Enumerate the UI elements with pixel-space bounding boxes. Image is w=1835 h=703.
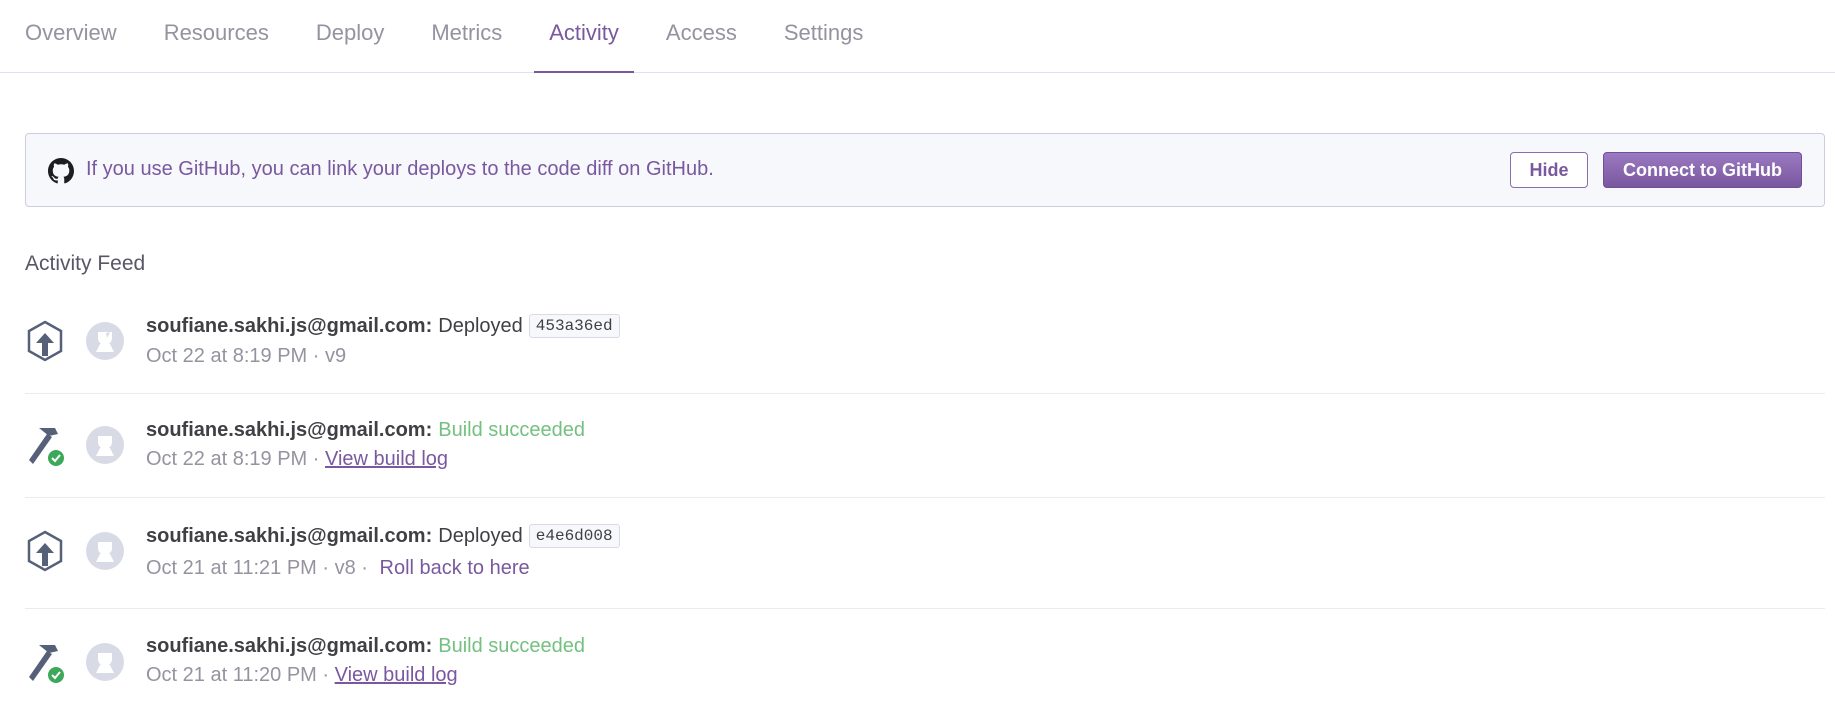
tab-metrics[interactable]: Metrics — [416, 0, 517, 72]
timestamp: Oct 21 at 11:21 PM — [146, 557, 317, 579]
feed-item-summary: soufiane.sakhi.js@gmail.com: Deployed e4… — [146, 524, 620, 548]
hammer-check-icon — [29, 428, 64, 466]
roll-back-link[interactable]: Roll back to here — [380, 557, 530, 579]
version: v9 — [324, 345, 347, 367]
timestamp: Oct 22 at 8:19 PM — [146, 345, 308, 367]
app-tab-bar: Overview Resources Deploy Metrics Activi… — [0, 0, 1835, 73]
feed-item: soufiane.sakhi.js@gmail.com: Deployed e4… — [25, 498, 1825, 609]
commit-hash: 453a36ed — [528, 314, 620, 338]
feed-item-meta: Oct 21 at 11:20 PM · View build log — [146, 664, 458, 686]
feed-item-summary: soufiane.sakhi.js@gmail.com: Deployed 45… — [146, 314, 620, 338]
tab-deploy[interactable]: Deploy — [301, 0, 399, 72]
view-build-log-link[interactable]: View build log — [335, 664, 458, 686]
action-text: Build succeeded — [438, 635, 586, 657]
version: v8 — [334, 557, 356, 579]
user-email: soufiane.sakhi.js@gmail.com: — [146, 524, 433, 547]
connect-to-github-button[interactable]: Connect to GitHub — [1603, 152, 1802, 188]
deploy-arrow-icon — [27, 320, 63, 362]
avatar — [86, 532, 124, 570]
feed-item: soufiane.sakhi.js@gmail.com: Build succe… — [25, 609, 1825, 703]
user-email: soufiane.sakhi.js@gmail.com: — [146, 635, 433, 657]
feed-item: soufiane.sakhi.js@gmail.com: Build succe… — [25, 394, 1825, 498]
feed-item-summary: soufiane.sakhi.js@gmail.com: Build succe… — [146, 419, 585, 442]
hide-button[interactable]: Hide — [1510, 152, 1588, 188]
avatar — [86, 643, 124, 681]
tab-resources[interactable]: Resources — [149, 0, 284, 72]
github-icon — [48, 158, 74, 184]
github-link-banner: If you use GitHub, you can link your dep… — [25, 133, 1825, 207]
deploy-arrow-icon — [27, 530, 63, 572]
action-text: Build succeeded — [438, 419, 586, 441]
tab-activity[interactable]: Activity — [534, 0, 634, 73]
activity-feed-title: Activity Feed — [25, 252, 146, 275]
commit-hash: e4e6d008 — [528, 524, 620, 548]
tab-settings[interactable]: Settings — [769, 0, 879, 72]
banner-message: If you use GitHub, you can link your dep… — [86, 158, 714, 180]
feed-item-meta: Oct 22 at 8:19 PM · v9 — [146, 345, 347, 367]
timestamp: Oct 21 at 11:20 PM — [146, 664, 317, 686]
user-email: soufiane.sakhi.js@gmail.com: — [146, 419, 433, 441]
view-build-log-link[interactable]: View build log — [325, 448, 448, 470]
user-email: soufiane.sakhi.js@gmail.com: — [146, 314, 433, 337]
avatar — [86, 426, 124, 464]
timestamp: Oct 22 at 8:19 PM — [146, 448, 308, 470]
tab-overview[interactable]: Overview — [0, 0, 132, 72]
feed-item-summary: soufiane.sakhi.js@gmail.com: Build succe… — [146, 635, 585, 658]
action-text: Deployed — [438, 524, 523, 547]
hammer-check-icon — [29, 645, 64, 683]
feed-item-meta: Oct 21 at 11:21 PM · v8 · Roll back to h… — [146, 557, 530, 579]
action-text: Deployed — [438, 314, 523, 337]
feed-item: soufiane.sakhi.js@gmail.com: Deployed 45… — [25, 300, 1825, 394]
feed-item-meta: Oct 22 at 8:19 PM · View build log — [146, 448, 449, 470]
avatar — [86, 322, 124, 360]
tab-access[interactable]: Access — [651, 0, 752, 72]
